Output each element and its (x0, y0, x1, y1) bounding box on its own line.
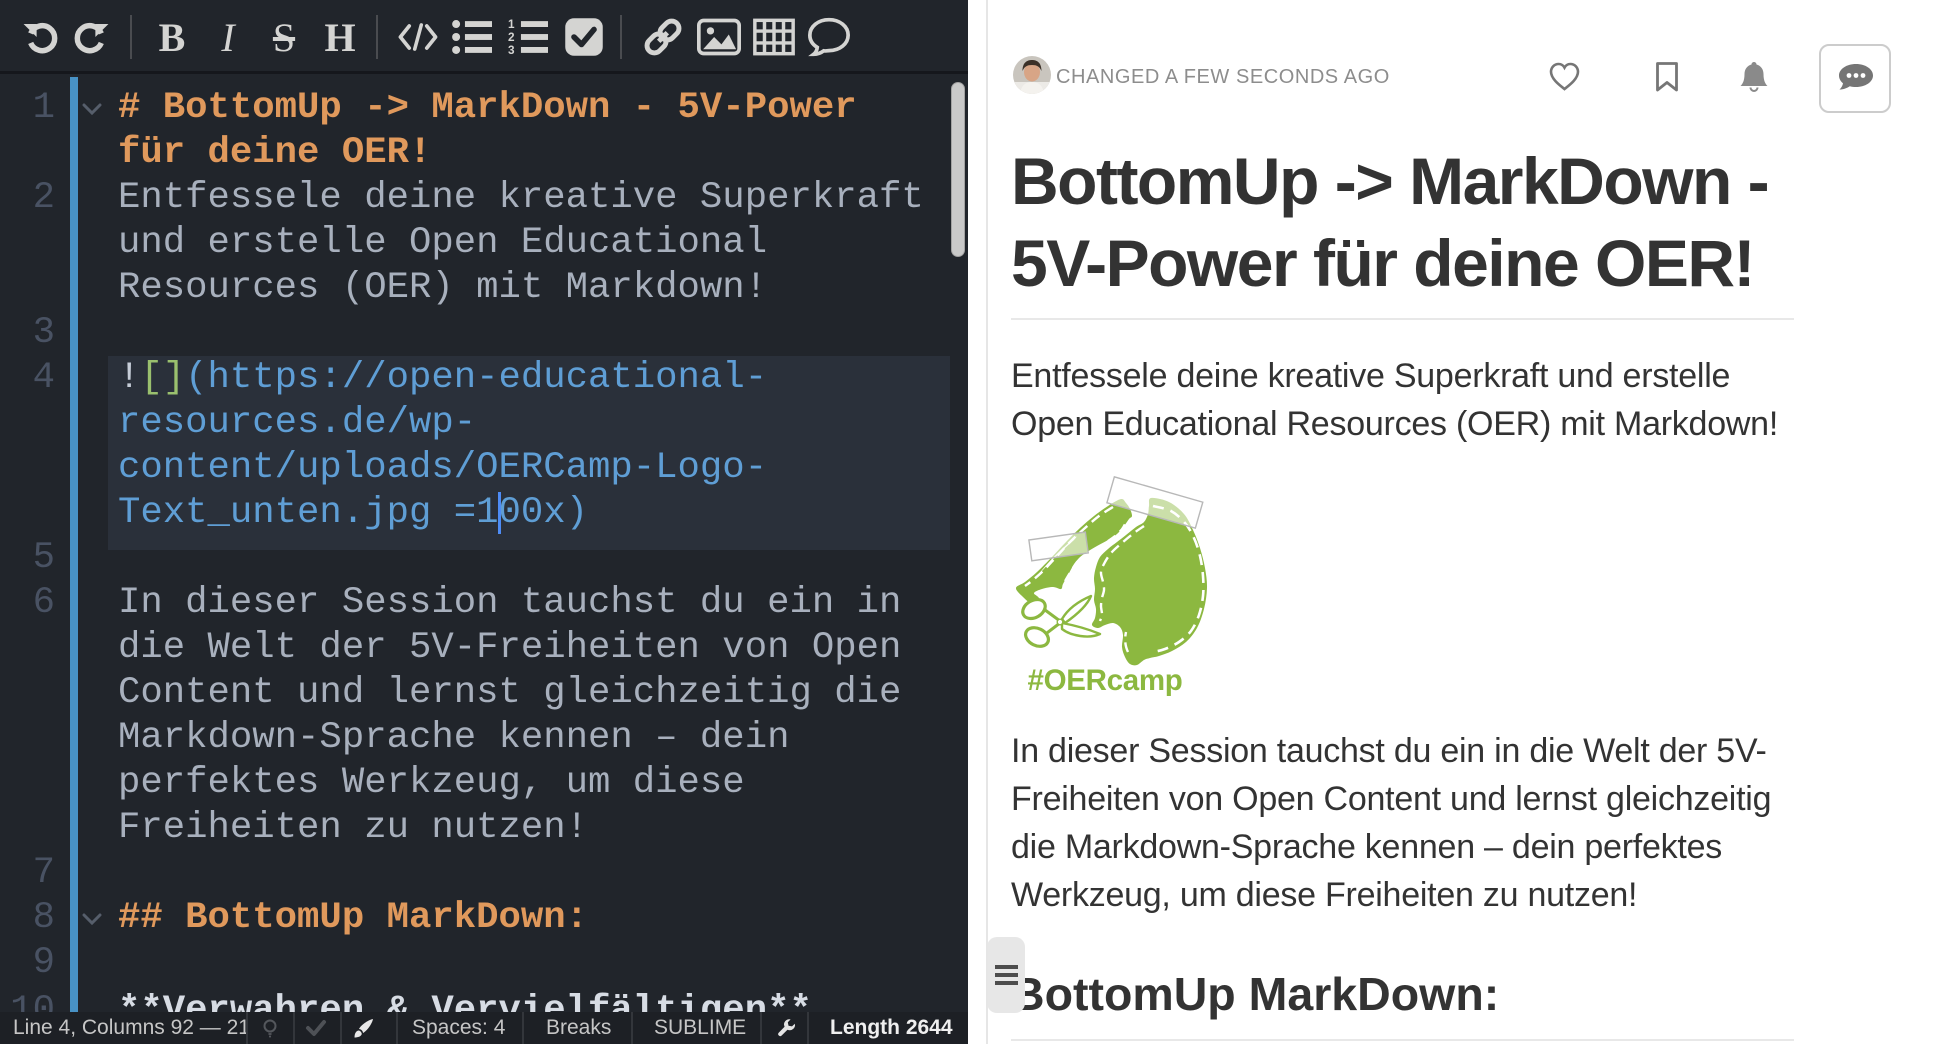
svg-text:1: 1 (508, 18, 515, 31)
svg-text:#OERcamp: #OERcamp (1028, 664, 1183, 697)
svg-text:2: 2 (508, 31, 515, 44)
svg-text:3: 3 (508, 44, 515, 57)
